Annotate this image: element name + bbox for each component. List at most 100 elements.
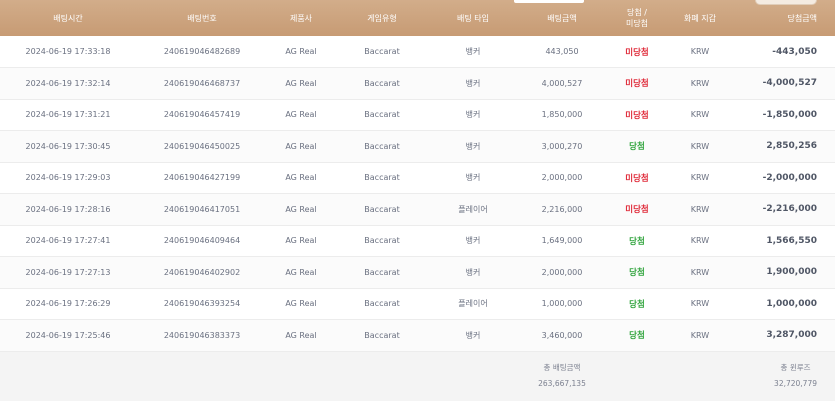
result-cell: 당첨 xyxy=(629,268,645,279)
table-row[interactable]: 2024-06-19 17:31:21 240619046457419 AG Rea… xyxy=(0,99,835,131)
currency-cell: KRW xyxy=(690,173,710,183)
total-bet-value: 263,667,135 xyxy=(538,379,586,389)
table-row[interactable]: 2024-06-19 17:33:18 240619046482689 AG Rea… xyxy=(0,36,835,68)
bet-number-cell: 240619046383373 xyxy=(163,330,241,340)
bet-amount-cell: 1,850,000 xyxy=(541,110,583,120)
table-row[interactable]: 2024-06-19 17:26:29 240619046393254 AG Rea… xyxy=(0,288,835,320)
game-type-cell: Baccarat xyxy=(364,110,400,120)
total-winloss-cell: 총 윈루즈 32,720,779 xyxy=(734,351,835,401)
total-bet-label: 총 배팅금액 xyxy=(543,363,581,373)
win-amount-cell: 1,566,550 xyxy=(766,235,817,246)
bet-time-cell: 2024-06-19 17:29:03 xyxy=(25,173,111,183)
win-amount-cell: -443,050 xyxy=(772,46,817,57)
result-cell: 미당첨 xyxy=(625,47,649,58)
bet-type-cell: 뱅커 xyxy=(465,110,481,120)
result-cell: 미당첨 xyxy=(625,205,649,216)
currency-cell: KRW xyxy=(690,78,710,88)
summary-spacer-2 xyxy=(608,351,734,401)
header-game-type[interactable]: 게임유형 xyxy=(334,0,430,36)
game-type-cell: Baccarat xyxy=(364,173,400,183)
header-result-line1: 당첨 / xyxy=(627,8,647,17)
table-row[interactable]: 2024-06-19 17:29:03 240619046427199 AG Rea… xyxy=(0,162,835,194)
bet-history-table: 배팅시간 배팅번호 제품사 게임유형 배팅 타입 배팅금액 당첨 / 미당첨 화… xyxy=(0,0,835,401)
currency-cell: KRW xyxy=(690,330,710,340)
bet-time-cell: 2024-06-19 17:32:14 xyxy=(25,78,111,88)
bet-amount-cell: 4,000,527 xyxy=(541,78,583,88)
game-type-cell: Baccarat xyxy=(364,47,400,56)
result-cell: 미당첨 xyxy=(625,79,649,90)
bet-time-cell: 2024-06-19 17:25:46 xyxy=(25,330,111,340)
bet-type-cell: 뱅커 xyxy=(465,173,481,183)
bet-amount-cell: 2,216,000 xyxy=(541,204,583,214)
bet-time-cell: 2024-06-19 17:31:21 xyxy=(25,110,111,120)
result-cell: 당첨 xyxy=(629,331,645,342)
win-amount-cell: 1,000,000 xyxy=(766,298,817,309)
provider-cell: AG Real xyxy=(285,236,317,246)
bet-type-cell: 뱅커 xyxy=(465,78,481,88)
currency-cell: KRW xyxy=(690,204,710,214)
provider-cell: AG Real xyxy=(285,141,317,151)
bet-number-cell: 240619046402902 xyxy=(163,267,241,277)
game-type-cell: Baccarat xyxy=(364,267,400,277)
bet-number-cell: 240619046409464 xyxy=(163,236,241,246)
bet-number-cell: 240619046450025 xyxy=(163,141,241,151)
currency-cell: KRW xyxy=(690,299,710,309)
currency-cell: KRW xyxy=(690,141,710,151)
bet-type-cell: 플레이어 xyxy=(458,204,488,214)
header-result[interactable]: 당첨 / 미당첨 xyxy=(608,0,666,36)
header-bet-time[interactable]: 배팅시간 xyxy=(0,0,136,36)
provider-cell: AG Real xyxy=(285,173,317,183)
win-amount-cell: -2,000,000 xyxy=(762,172,817,183)
result-cell: 당첨 xyxy=(629,299,645,310)
bet-type-cell: 플레이어 xyxy=(458,299,488,309)
table-row[interactable]: 2024-06-19 17:32:14 240619046468737 AG Rea… xyxy=(0,67,835,99)
total-bet-cell: 총 배팅금액 263,667,135 xyxy=(516,351,608,401)
table-row[interactable]: 2024-06-19 17:25:46 240619046383373 AG Rea… xyxy=(0,319,835,351)
bet-number-cell: 240619046393254 xyxy=(163,299,241,309)
table-row[interactable]: 2024-06-19 17:30:45 240619046450025 AG Rea… xyxy=(0,130,835,162)
header-bet-amount[interactable]: 배팅금액 xyxy=(516,0,608,36)
header-win-amount[interactable]: 당첨금액 xyxy=(734,0,835,36)
win-amount-cell: -4,000,527 xyxy=(762,78,817,89)
bet-history-panel: 배팅시간 배팅번호 제품사 게임유형 배팅 타입 배팅금액 당첨 / 미당첨 화… xyxy=(0,0,835,401)
provider-cell: AG Real xyxy=(285,299,317,309)
table-row[interactable]: 2024-06-19 17:28:16 240619046417051 AG Rea… xyxy=(0,193,835,225)
table-row[interactable]: 2024-06-19 17:27:13 240619046402902 AG Rea… xyxy=(0,256,835,288)
header-currency[interactable]: 화폐 지갑 xyxy=(666,0,734,36)
currency-cell: KRW xyxy=(690,267,710,277)
header-provider[interactable]: 제품사 xyxy=(268,0,334,36)
bet-amount-cell: 443,050 xyxy=(545,47,579,56)
provider-cell: AG Real xyxy=(285,110,317,120)
win-amount-cell: -2,216,000 xyxy=(762,204,817,215)
currency-cell: KRW xyxy=(690,110,710,120)
bet-time-cell: 2024-06-19 17:26:29 xyxy=(25,299,111,309)
table-body: 2024-06-19 17:33:18 240619046482689 AG Rea… xyxy=(0,36,835,401)
bet-type-cell: 뱅커 xyxy=(465,47,481,56)
currency-cell: KRW xyxy=(690,236,710,246)
bet-type-cell: 뱅커 xyxy=(465,236,481,246)
header-bet-number[interactable]: 배팅번호 xyxy=(136,0,268,36)
top-tab-indicator xyxy=(514,0,584,3)
game-type-cell: Baccarat xyxy=(364,141,400,151)
provider-cell: AG Real xyxy=(285,204,317,214)
game-type-cell: Baccarat xyxy=(364,299,400,309)
header-bet-type[interactable]: 배팅 타입 xyxy=(430,0,516,36)
summary-row: 총 배팅금액 263,667,135 총 윈루즈 32,720,779 xyxy=(0,351,835,401)
total-winloss-value: 32,720,779 xyxy=(774,379,817,389)
bet-time-cell: 2024-06-19 17:30:45 xyxy=(25,141,111,151)
provider-cell: AG Real xyxy=(285,47,317,56)
bet-time-cell: 2024-06-19 17:27:13 xyxy=(25,267,111,277)
currency-cell: KRW xyxy=(690,47,710,56)
bet-amount-cell: 2,000,000 xyxy=(541,267,583,277)
table-header-row: 배팅시간 배팅번호 제품사 게임유형 배팅 타입 배팅금액 당첨 / 미당첨 화… xyxy=(0,0,835,36)
game-type-cell: Baccarat xyxy=(364,78,400,88)
provider-cell: AG Real xyxy=(285,78,317,88)
top-scroll-control[interactable] xyxy=(755,0,817,5)
game-type-cell: Baccarat xyxy=(364,204,400,214)
table-row[interactable]: 2024-06-19 17:27:41 240619046409464 AG Rea… xyxy=(0,225,835,257)
win-amount-cell: 1,900,000 xyxy=(766,267,817,278)
header-result-line2: 미당첨 xyxy=(625,19,649,28)
bet-number-cell: 240619046417051 xyxy=(163,204,241,214)
provider-cell: AG Real xyxy=(285,330,317,340)
bet-number-cell: 240619046482689 xyxy=(163,47,241,56)
